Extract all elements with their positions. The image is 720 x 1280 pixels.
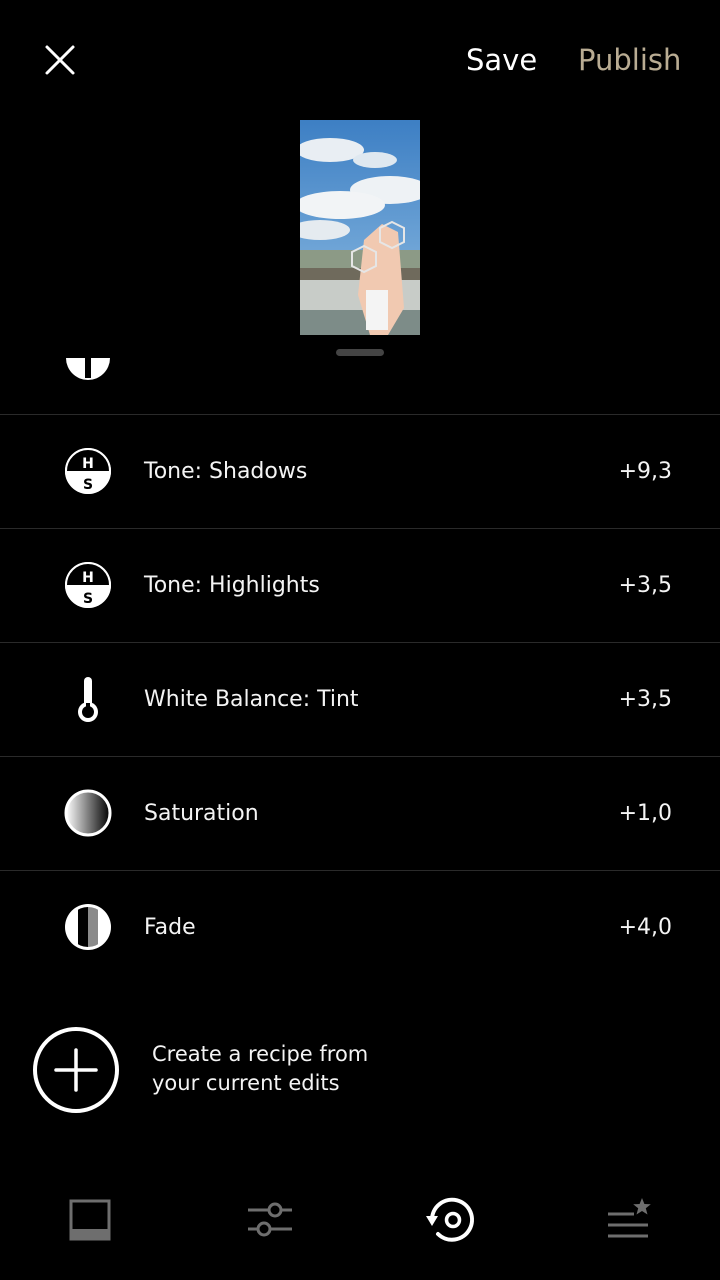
plus-circle-icon xyxy=(33,1027,119,1113)
history-icon xyxy=(426,1197,474,1242)
presets-icon xyxy=(69,1199,111,1241)
drag-handle[interactable] xyxy=(336,349,384,356)
edit-row-tone-highlights[interactable]: H S Tone: Highlights +3,5 xyxy=(0,528,720,641)
svg-text:S: S xyxy=(83,591,93,607)
edit-value: +3,5 xyxy=(618,687,672,712)
edit-value: +1,0 xyxy=(618,801,672,826)
recipes-tab[interactable] xyxy=(604,1194,656,1246)
edit-label: Tone: Highlights xyxy=(144,573,320,598)
edit-label: Tone: Shadows xyxy=(144,459,308,484)
edit-value: +4,0 xyxy=(618,915,672,940)
edit-row-fade[interactable]: Fade +4,0 xyxy=(0,870,720,983)
thermometer-icon xyxy=(64,675,112,723)
edit-screen: Save Publish H S Tone: Shadows +9,3 H S … xyxy=(0,0,720,1280)
fade-icon xyxy=(64,903,112,951)
close-icon xyxy=(45,45,75,75)
close-button[interactable] xyxy=(40,40,80,80)
publish-button[interactable]: Publish xyxy=(578,40,681,80)
svg-text:H: H xyxy=(82,456,94,472)
tone-hs-icon: H S xyxy=(64,447,112,495)
edited-photo-thumbnail xyxy=(300,120,420,335)
edit-row-white-balance-tint[interactable]: White Balance: Tint +3,5 xyxy=(0,642,720,755)
tone-hs-icon: H S xyxy=(64,561,112,609)
adjust-sliders-icon xyxy=(248,1202,292,1237)
presets-tab[interactable] xyxy=(64,1194,116,1246)
edit-value: +3,5 xyxy=(618,573,672,598)
create-recipe-text[interactable]: Create a recipe from your current edits xyxy=(152,1040,368,1098)
save-button[interactable]: Save xyxy=(466,40,537,80)
history-tab[interactable] xyxy=(424,1194,476,1246)
edit-label: Saturation xyxy=(144,801,259,826)
photo-preview[interactable] xyxy=(300,120,420,335)
svg-text:S: S xyxy=(83,477,93,493)
svg-text:H: H xyxy=(82,570,94,586)
edit-label: White Balance: Tint xyxy=(144,687,359,712)
recipe-line-2: your current edits xyxy=(152,1071,340,1095)
saturation-icon xyxy=(64,789,112,837)
edit-value: +9,3 xyxy=(618,459,672,484)
edit-label: Fade xyxy=(144,915,196,940)
recipe-line-1: Create a recipe from xyxy=(152,1042,369,1066)
partial-list-icon xyxy=(64,358,112,382)
edit-row-saturation[interactable]: Saturation +1,0 xyxy=(0,756,720,869)
adjust-tab[interactable] xyxy=(244,1194,296,1246)
create-recipe-button[interactable] xyxy=(32,1026,120,1114)
recipes-icon xyxy=(608,1198,651,1238)
edit-row-tone-shadows[interactable]: H S Tone: Shadows +9,3 xyxy=(0,414,720,527)
